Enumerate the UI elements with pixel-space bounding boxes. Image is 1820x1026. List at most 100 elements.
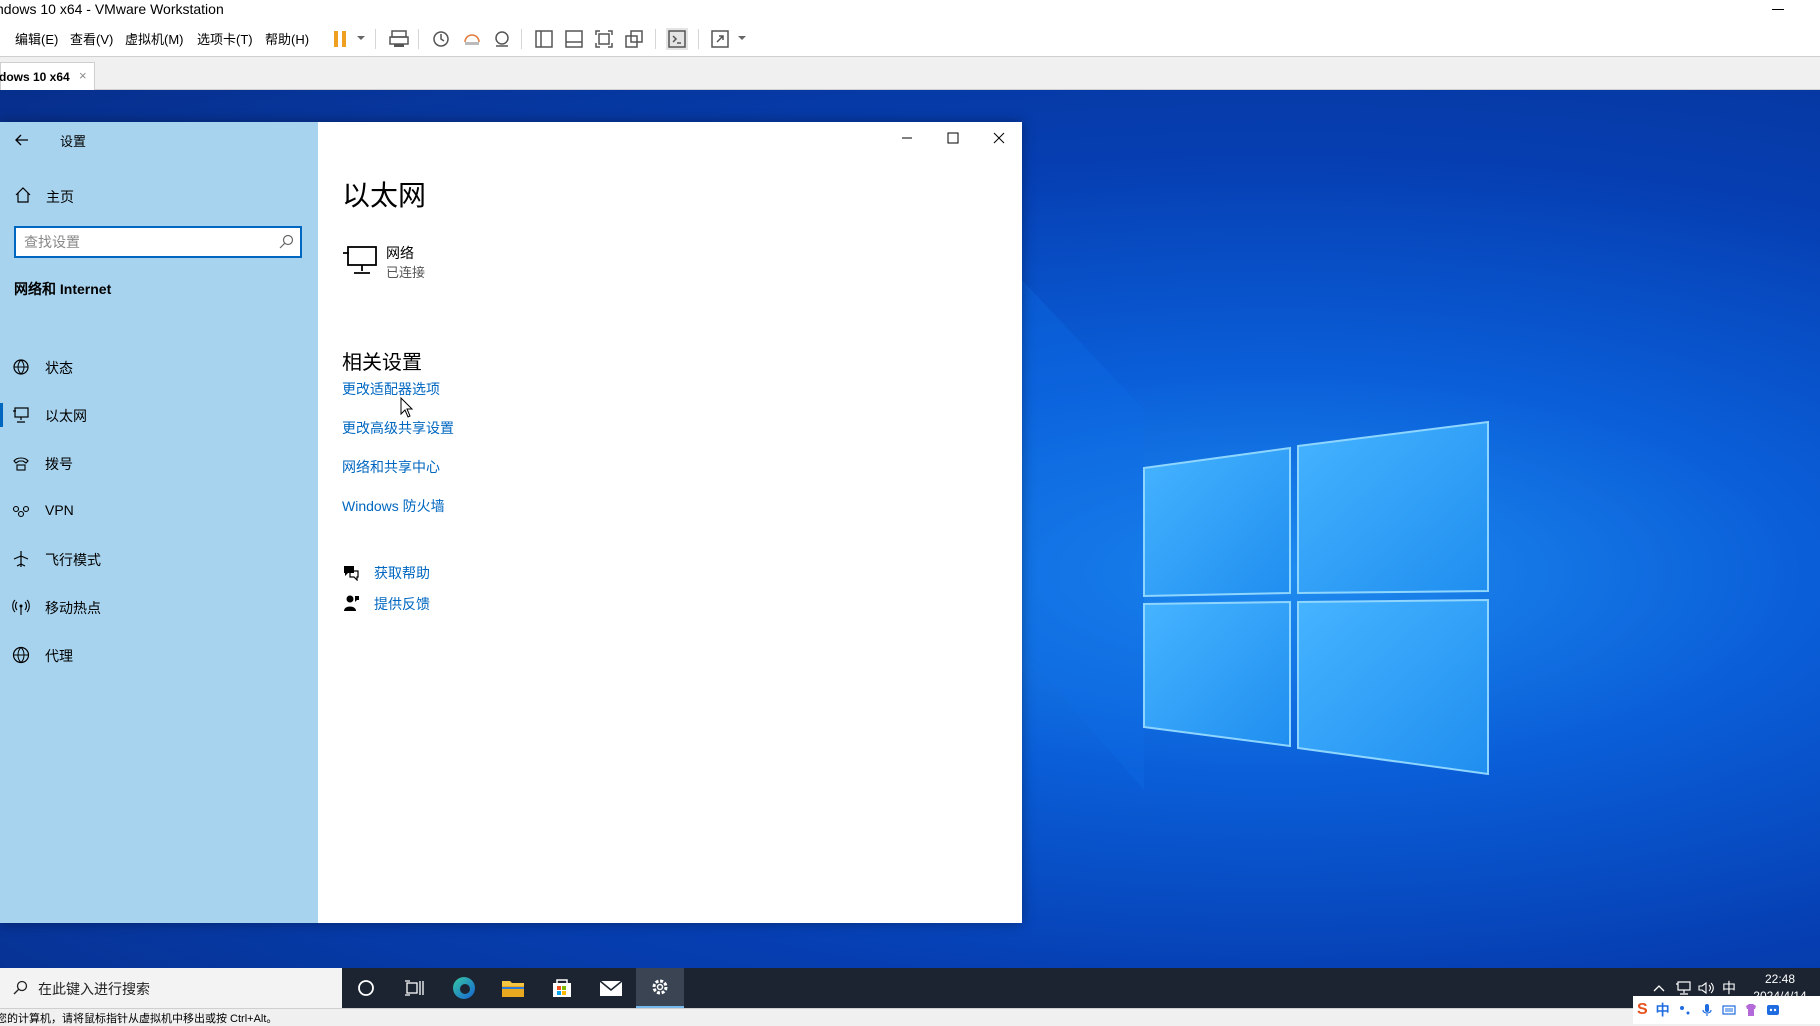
window-minimize-button[interactable]	[884, 122, 930, 154]
advanced-sharing-link[interactable]: 更改高级共享设置	[342, 418, 454, 438]
vmware-toolbar: 编辑(E) 查看(V) 虚拟机(M) 选项卡(T) 帮助(H)	[0, 20, 1820, 57]
task-view-icon[interactable]	[390, 968, 438, 1008]
edge-icon[interactable]	[440, 968, 488, 1008]
globe-status-icon	[12, 358, 30, 376]
menu-vm[interactable]: 虚拟机(M)	[125, 29, 184, 48]
settings-gear-icon[interactable]	[636, 968, 684, 1008]
search-icon[interactable]	[278, 234, 294, 250]
nav-item-hotspot[interactable]: 移动热点	[0, 587, 318, 627]
airplane-icon	[12, 550, 30, 568]
nav-item-dialup[interactable]: 拨号	[0, 443, 318, 483]
taskbar: 中 22:48 2024/4/14	[0, 968, 1820, 1008]
ethernet-network-icon	[342, 245, 378, 275]
nav-item-label: 移动热点	[45, 600, 101, 616]
nav-item-label: 飞行模式	[45, 552, 101, 568]
nav-item-vpn[interactable]: VPN	[0, 491, 318, 531]
close-tab-icon[interactable]: ×	[79, 68, 87, 83]
network-name[interactable]: 网络	[386, 243, 414, 263]
vm-tab-strip: dows 10 x64 ×	[0, 57, 1820, 90]
window-maximize-button[interactable]	[930, 122, 976, 154]
menu-help[interactable]: 帮助(H)	[265, 29, 309, 48]
nav-item-label: 以太网	[45, 408, 87, 424]
ime-mode[interactable]: 中	[1656, 1000, 1670, 1020]
settings-content: 以太网 网络 已连接 相关设置 更改适配器选项 更改高级共享设置 网络和共享中心…	[318, 122, 1022, 923]
home-link[interactable]: 主页	[46, 187, 74, 207]
nav-item-label: VPN	[45, 502, 74, 518]
toolbar-separator	[521, 29, 522, 49]
menu-view[interactable]: 查看(V)	[70, 29, 113, 48]
search-icon	[12, 980, 28, 996]
settings-title: 设置	[60, 134, 87, 149]
sogou-logo-icon[interactable]: S	[1637, 1001, 1648, 1019]
ime-indicator[interactable]: 中	[1720, 979, 1738, 997]
feedback-icon	[342, 594, 360, 612]
globe-icon	[12, 646, 30, 664]
library-view-icon[interactable]	[533, 28, 555, 50]
toolbar-separator	[655, 29, 656, 49]
mail-icon[interactable]	[587, 968, 635, 1008]
nav-item-proxy[interactable]: 代理	[0, 635, 318, 675]
network-sharing-center-link[interactable]: 网络和共享中心	[342, 457, 440, 477]
page-title: 以太网	[342, 180, 427, 211]
home-icon[interactable]	[14, 186, 32, 204]
menu-edit[interactable]: 编辑(E)	[15, 29, 58, 48]
ime-toolbar[interactable]: S 中	[1633, 996, 1820, 1024]
nav-item-label: 代理	[45, 648, 73, 664]
nav-item-ethernet[interactable]: 以太网	[0, 395, 318, 435]
fullscreen-icon[interactable]	[593, 28, 615, 50]
thumbnail-view-icon[interactable]	[563, 28, 585, 50]
hotspot-icon	[12, 598, 30, 616]
dialup-icon	[12, 454, 30, 472]
nav-item-status[interactable]: 状态	[0, 347, 318, 387]
settings-search-input[interactable]	[24, 232, 264, 252]
ethernet-icon	[12, 406, 30, 424]
toolbar-separator	[375, 29, 376, 49]
volume-icon[interactable]	[1698, 979, 1716, 997]
windows-firewall-link[interactable]: Windows 防火墙	[342, 496, 445, 516]
nav-item-label: 状态	[45, 360, 73, 376]
taskbar-search[interactable]	[0, 968, 342, 1008]
console-icon[interactable]	[666, 28, 688, 50]
microphone-icon[interactable]	[1700, 1003, 1714, 1017]
keyboard-icon[interactable]	[1722, 1003, 1736, 1017]
snapshot-icon[interactable]	[430, 28, 452, 50]
nav-item-airplane[interactable]: 飞行模式	[0, 539, 318, 579]
pause-icon[interactable]	[329, 28, 351, 50]
pause-dropdown-icon[interactable]	[357, 36, 365, 40]
stretch-dropdown-icon[interactable]	[738, 36, 746, 40]
window-close-button[interactable]	[976, 122, 1022, 154]
minimize-button[interactable]	[1772, 9, 1784, 10]
snapshot-manager-icon[interactable]	[491, 28, 513, 50]
file-explorer-icon[interactable]	[489, 968, 537, 1008]
vmware-title-bar: ndows 10 x64 - VMware Workstation	[0, 0, 1820, 20]
punctuation-icon[interactable]	[1678, 1003, 1692, 1017]
get-help-link[interactable]: 获取帮助	[374, 563, 430, 583]
active-indicator	[0, 403, 3, 427]
revert-snapshot-icon[interactable]	[461, 28, 483, 50]
store-icon[interactable]	[538, 968, 586, 1008]
vm-tab[interactable]: dows 10 x64 ×	[0, 62, 95, 90]
cortana-icon[interactable]	[342, 968, 390, 1008]
back-icon[interactable]	[12, 130, 32, 150]
network-tray-icon[interactable]	[1674, 979, 1692, 997]
ime-tools-icon[interactable]	[1766, 1003, 1780, 1017]
toolbar-separator	[698, 29, 699, 49]
change-adapter-options-link[interactable]: 更改适配器选项	[342, 379, 440, 399]
nav-item-label: 拨号	[45, 456, 73, 472]
vpn-icon	[12, 502, 30, 520]
taskbar-search-input[interactable]	[38, 979, 328, 999]
settings-window: 设置 主页 网络和 Internet 状态 以太网 拨号 VPN	[0, 122, 1022, 923]
skin-icon[interactable]	[1744, 1003, 1758, 1017]
clock-time: 22:48	[1764, 972, 1796, 986]
vmware-status-bar: 您的计算机，请将鼠标指针从虚拟机中移出或按 Ctrl+Alt。	[0, 1008, 1820, 1025]
toolbar-separator	[418, 29, 419, 49]
give-feedback-link[interactable]: 提供反馈	[374, 594, 430, 614]
network-status: 已连接	[386, 265, 426, 280]
chevron-up-icon[interactable]	[1650, 979, 1668, 997]
settings-search-box[interactable]	[14, 226, 302, 258]
nav-section-title: 网络和 Internet	[14, 281, 112, 297]
unity-icon[interactable]	[623, 28, 645, 50]
stretch-icon[interactable]	[709, 28, 731, 50]
menu-tabs[interactable]: 选项卡(T)	[197, 29, 253, 48]
send-ctrl-alt-del-icon[interactable]	[388, 28, 410, 50]
